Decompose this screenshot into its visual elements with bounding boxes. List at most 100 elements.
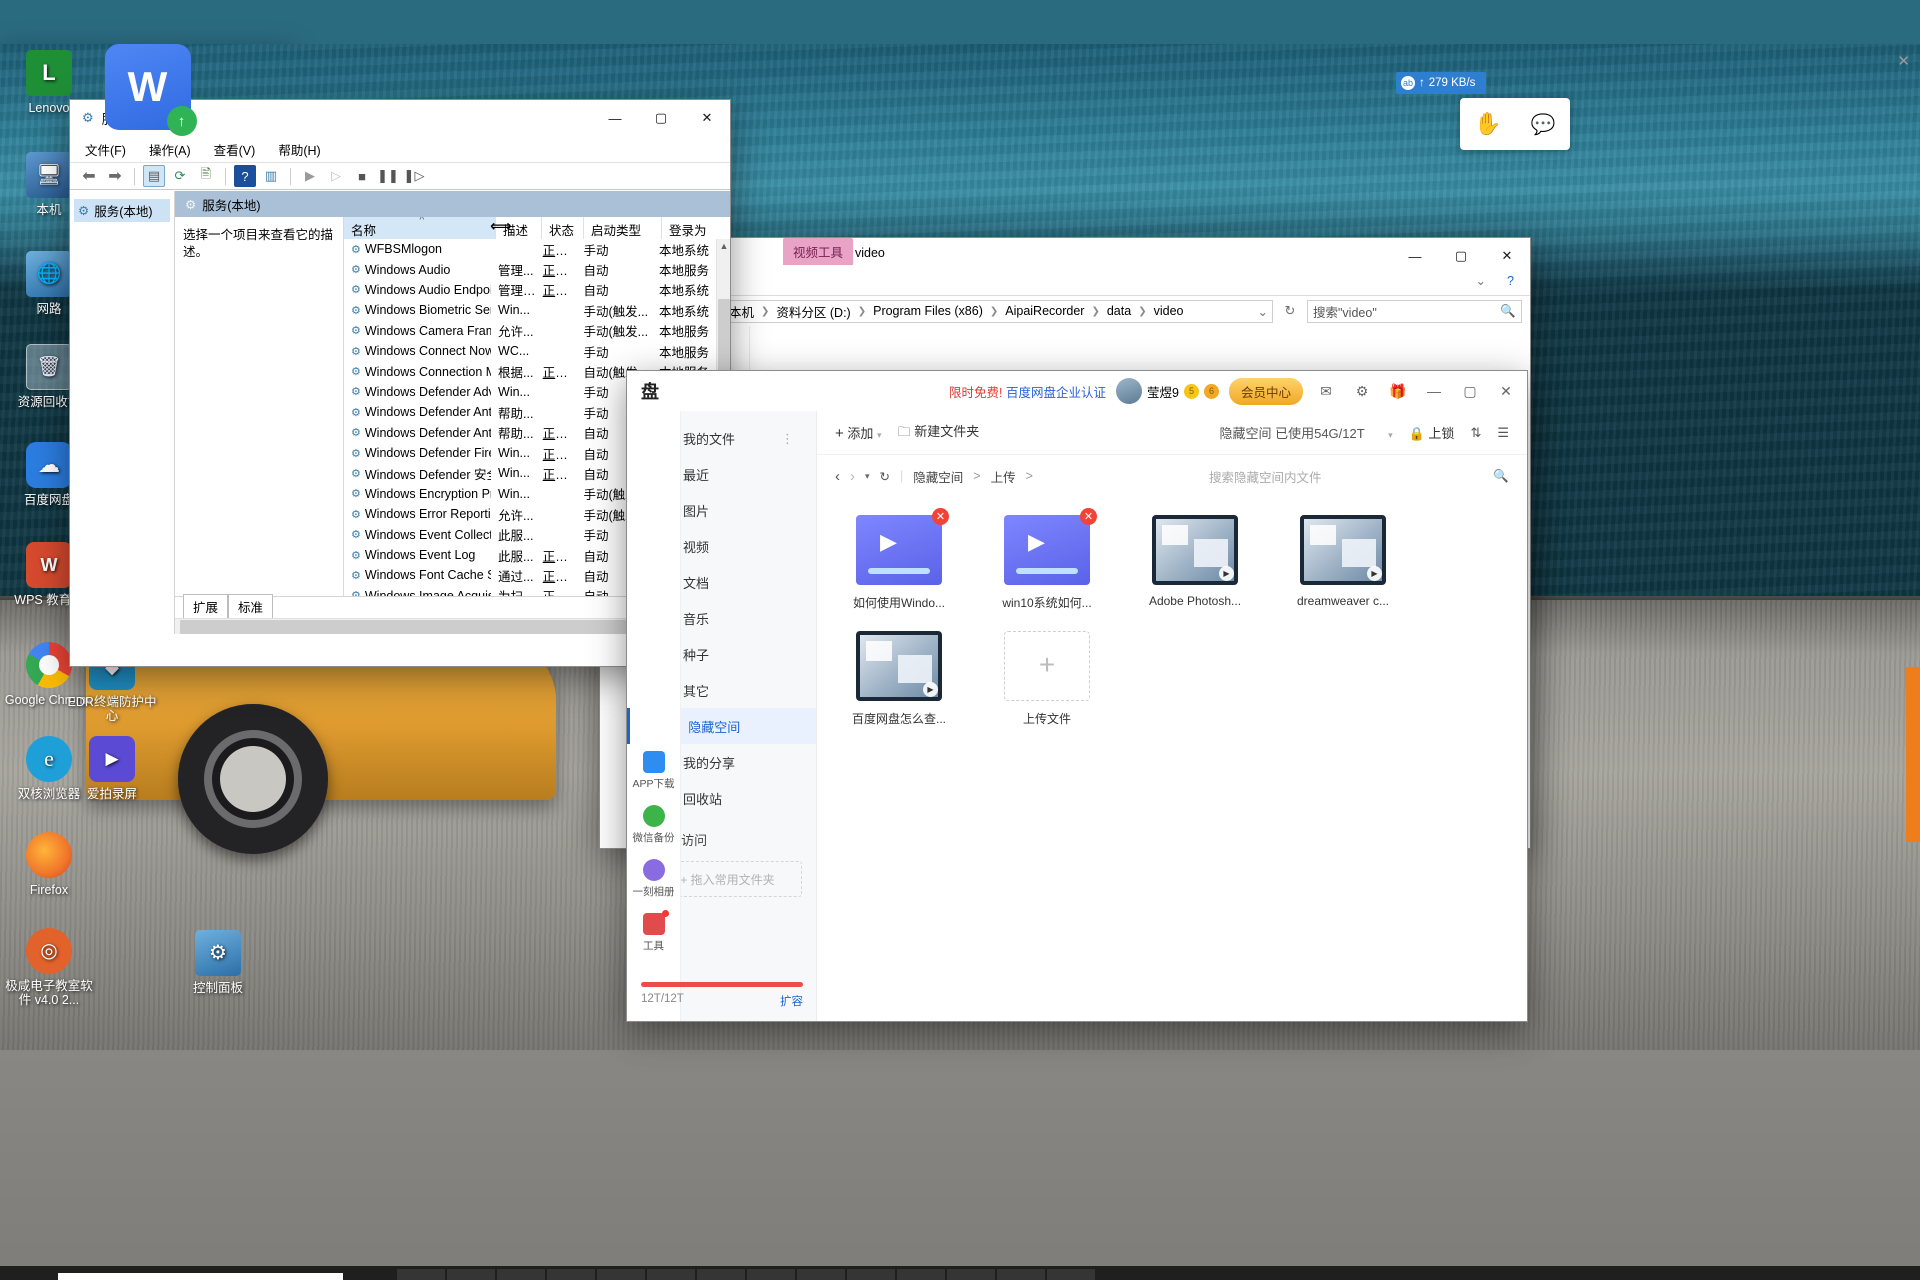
taskbar-item-baidu-netdisk[interactable]: ☁	[997, 1269, 1045, 1280]
taskbar-item-app-green[interactable]: S	[647, 1269, 695, 1280]
breadcrumb-item[interactable]: AipaiRecorder	[1001, 303, 1088, 319]
lock-button[interactable]: 🔒 上锁	[1409, 423, 1455, 442]
desktop-icon-aipai-recorder[interactable]: ▶ 爱拍录屏	[66, 736, 158, 801]
table-row[interactable]: ⚙Windows Camera Frame ... 允许... 手动(触发... 本地…	[344, 321, 716, 341]
video-thumbnail[interactable]: ▶ ✕	[856, 508, 949, 585]
baidu-netdisk-window[interactable]: 盘 限时免费! 百度网盘企业认证 莹煜9 5 6 会员中心 ✉ ⚙ 🎁 — ▢ …	[627, 371, 1527, 1021]
start-button[interactable]	[0, 1266, 58, 1280]
rail-item-app-download[interactable]: APP下载	[627, 737, 680, 791]
delete-icon[interactable]: ✕	[932, 508, 949, 525]
breadcrumb-item[interactable]: data	[1103, 303, 1135, 319]
column-header-startup-type[interactable]: 启动类型	[584, 217, 662, 239]
mail-icon[interactable]: ✉	[1313, 378, 1339, 404]
baidu-titlebar[interactable]: 盘 限时免费! 百度网盘企业认证 莹煜9 5 6 会员中心 ✉ ⚙ 🎁 — ▢ …	[627, 371, 1527, 411]
taskbar-item-firefox[interactable]: 🦊	[547, 1269, 595, 1280]
menu-view[interactable]: 查看(V)	[211, 138, 259, 161]
help-icon[interactable]: ?	[1507, 274, 1514, 288]
menu-action[interactable]: 操作(A)	[146, 138, 194, 161]
taskbar-search-input[interactable]: ◯ 在这里输入你要搜索的内容 🎙	[58, 1273, 343, 1280]
table-row[interactable]: ⚙ WFBSMlogon 正在... 手动 本地系统	[344, 239, 716, 259]
refresh-icon[interactable]: ↻	[880, 469, 890, 484]
rail-item-album[interactable]: 一刻相册	[627, 845, 680, 899]
nav-forward-icon[interactable]: ›	[850, 468, 855, 485]
taskbar[interactable]: ◯ 在这里输入你要搜索的内容 🎙 ❐ 📁▶◉🦊◆SAePs◎⚙✦☁⚙ 🖉 ^ 🖥…	[0, 1266, 1920, 1280]
taskbar-item-app-orange[interactable]: ◆	[597, 1269, 645, 1280]
more-icon[interactable]: ⋮	[781, 431, 794, 447]
export-list-icon[interactable]: 🖹	[195, 165, 217, 187]
image-thumbnail[interactable]: ▶	[856, 631, 942, 701]
baidu-file-grid[interactable]: ▶ ✕ 如何使用Windo... ▶ ✕ win10系统如何... ▶ Adobe Photo…	[817, 497, 1527, 1021]
hscroll-thumb[interactable]	[180, 619, 642, 634]
baidu-breadcrumb-bar[interactable]: ‹ › ▾ ↻ | 隐藏空间 > 上传 > 搜索隐藏空间内文件 🔍	[817, 455, 1527, 497]
baidu-close-button[interactable]: ✕	[1493, 378, 1519, 404]
nav-back-icon[interactable]: ‹	[835, 468, 840, 485]
services-window-buttons[interactable]: — ▢ ✕	[592, 100, 730, 136]
column-header-logon-as[interactable]: 登录为	[662, 217, 728, 239]
nav-caret-icon[interactable]: ▾	[865, 471, 870, 482]
scroll-up-arrow-icon[interactable]: ▲	[717, 239, 730, 253]
column-header-status[interactable]: 状态	[542, 217, 584, 239]
baidu-user[interactable]: 莹煜9 5 6	[1116, 378, 1219, 404]
desktop-icon-jiwei-classroom[interactable]: ◎ 极咸电子教室软件 v4.0 2...	[3, 928, 95, 1007]
rail-item-tools[interactable]: 工具	[627, 899, 680, 953]
taskbar-item-services[interactable]: ⚙	[1047, 1269, 1095, 1280]
services-menubar[interactable]: 文件(F) 操作(A) 查看(V) 帮助(H)	[70, 136, 730, 162]
baidu-maximize-button[interactable]: ▢	[1457, 378, 1483, 404]
baidu-minimize-button[interactable]: —	[1421, 378, 1447, 404]
task-view-button[interactable]: ❐	[343, 1269, 391, 1280]
wps-close-button[interactable]: ✕	[1897, 52, 1910, 70]
sort-icon[interactable]: ⇅	[1470, 425, 1481, 441]
list-item[interactable]: ▶ 百度网盘怎么查...	[835, 631, 963, 727]
listview-header[interactable]: 名称 ^ 描述 状态 启动类型 登录为	[344, 217, 730, 239]
hand-icon[interactable]: ✋	[1474, 111, 1501, 137]
storage-info[interactable]: 隐藏空间 已使用54G/12T ▾	[1219, 423, 1392, 442]
column-header-description[interactable]: 描述	[496, 217, 542, 239]
table-row[interactable]: ⚙ Windows Audio 管理... 正在... 自动 本地服务	[344, 259, 716, 279]
menu-file[interactable]: 文件(F)	[82, 138, 129, 161]
pause-service-icon[interactable]: ❚❚	[377, 165, 399, 187]
taskbar-item-file-explorer[interactable]: 📁	[397, 1269, 445, 1280]
start-service-icon[interactable]: ▶	[299, 165, 321, 187]
baidu-search-input[interactable]: 搜索隐藏空间内文件 🔍	[1209, 467, 1509, 486]
list-item[interactable]: + 上传文件	[983, 631, 1111, 727]
table-row[interactable]: ⚙Windows Audio Endpoint... 管理 ... 正在... 自动 本…	[344, 280, 716, 300]
taskbar-item-dual-core-browser[interactable]: e	[747, 1269, 795, 1280]
resume-service-icon[interactable]: ▷	[325, 165, 347, 187]
avatar[interactable]	[1116, 378, 1143, 404]
taskbar-item-photoshop[interactable]: Ps	[797, 1269, 845, 1280]
menu-help[interactable]: 帮助(H)	[275, 138, 323, 161]
upload-placeholder[interactable]: +	[1004, 631, 1090, 701]
back-arrow-icon[interactable]: ⬅	[78, 165, 100, 187]
explorer-search-input[interactable]: 搜索"video" 🔍	[1307, 299, 1522, 323]
services-toolbar[interactable]: ⬅ ➡ ▤ ⟳ 🖹 ? ▥ ▶ ▷ ■ ❚❚ ❚▷	[70, 162, 730, 190]
list-item[interactable]: ▶ dreamweaver c...	[1279, 515, 1407, 611]
taskbar-app-icons[interactable]: 📁▶◉🦊◆SAePs◎⚙✦☁⚙	[397, 1269, 1095, 1280]
address-dropdown-icon[interactable]: ⌄	[1258, 304, 1268, 319]
network-speed-widget[interactable]: ab ↑ 279 KB/s	[1396, 72, 1486, 94]
services-maximize-button[interactable]: ▢	[638, 100, 684, 136]
delete-icon[interactable]: ✕	[1080, 508, 1097, 525]
tree-item-services-local[interactable]: ⚙ 服务(本地)	[74, 199, 170, 222]
help-icon[interactable]: ?	[234, 165, 256, 187]
breadcrumb-item[interactable]: 隐藏空间	[913, 467, 963, 486]
table-row[interactable]: ⚙Windows Biometric Servi... Win... 手动(触发..…	[344, 300, 716, 320]
refresh-icon[interactable]: ⟳	[169, 165, 191, 187]
list-view-icon[interactable]: ☰	[1497, 425, 1509, 441]
taskbar-item-adobe-acrobat[interactable]: A	[697, 1269, 745, 1280]
baidu-promo[interactable]: 限时免费! 百度网盘企业认证	[949, 382, 1106, 401]
gift-icon[interactable]: 🎁	[1385, 378, 1411, 404]
services-tree-pane[interactable]: ⚙ 服务(本地)	[70, 191, 175, 634]
image-thumbnail[interactable]: ▶	[1152, 515, 1238, 585]
chat-icon[interactable]: 💬	[1531, 112, 1556, 137]
rail-item-wechat-backup[interactable]: 微信备份	[627, 791, 680, 845]
desktop-icon-control-panel[interactable]: ⚙ 控制面板	[172, 930, 264, 995]
gear-icon[interactable]: ⚙	[1349, 378, 1375, 404]
tab-standard[interactable]: 标准	[228, 594, 274, 618]
floating-assistant-panel[interactable]: ✋ 💬	[1460, 98, 1570, 150]
baidu-sidebar[interactable]: APP下载 微信备份 一刻相册 工具 我的文件 ⋮ 最近 图片 视频 文档 音乐…	[627, 411, 817, 1021]
breadcrumb-item[interactable]: 上传	[991, 467, 1016, 486]
ribbon-collapse-icon[interactable]: ⌄	[1476, 273, 1486, 288]
video-thumbnail[interactable]: ▶ ✕	[1004, 508, 1097, 585]
services-close-button[interactable]: ✕	[684, 100, 730, 136]
baidu-toolbar[interactable]: + 添加 ▾ 🗀 新建文件夹 隐藏空间 已使用54G/12T ▾ 🔒 上锁 ⇅	[817, 411, 1527, 455]
